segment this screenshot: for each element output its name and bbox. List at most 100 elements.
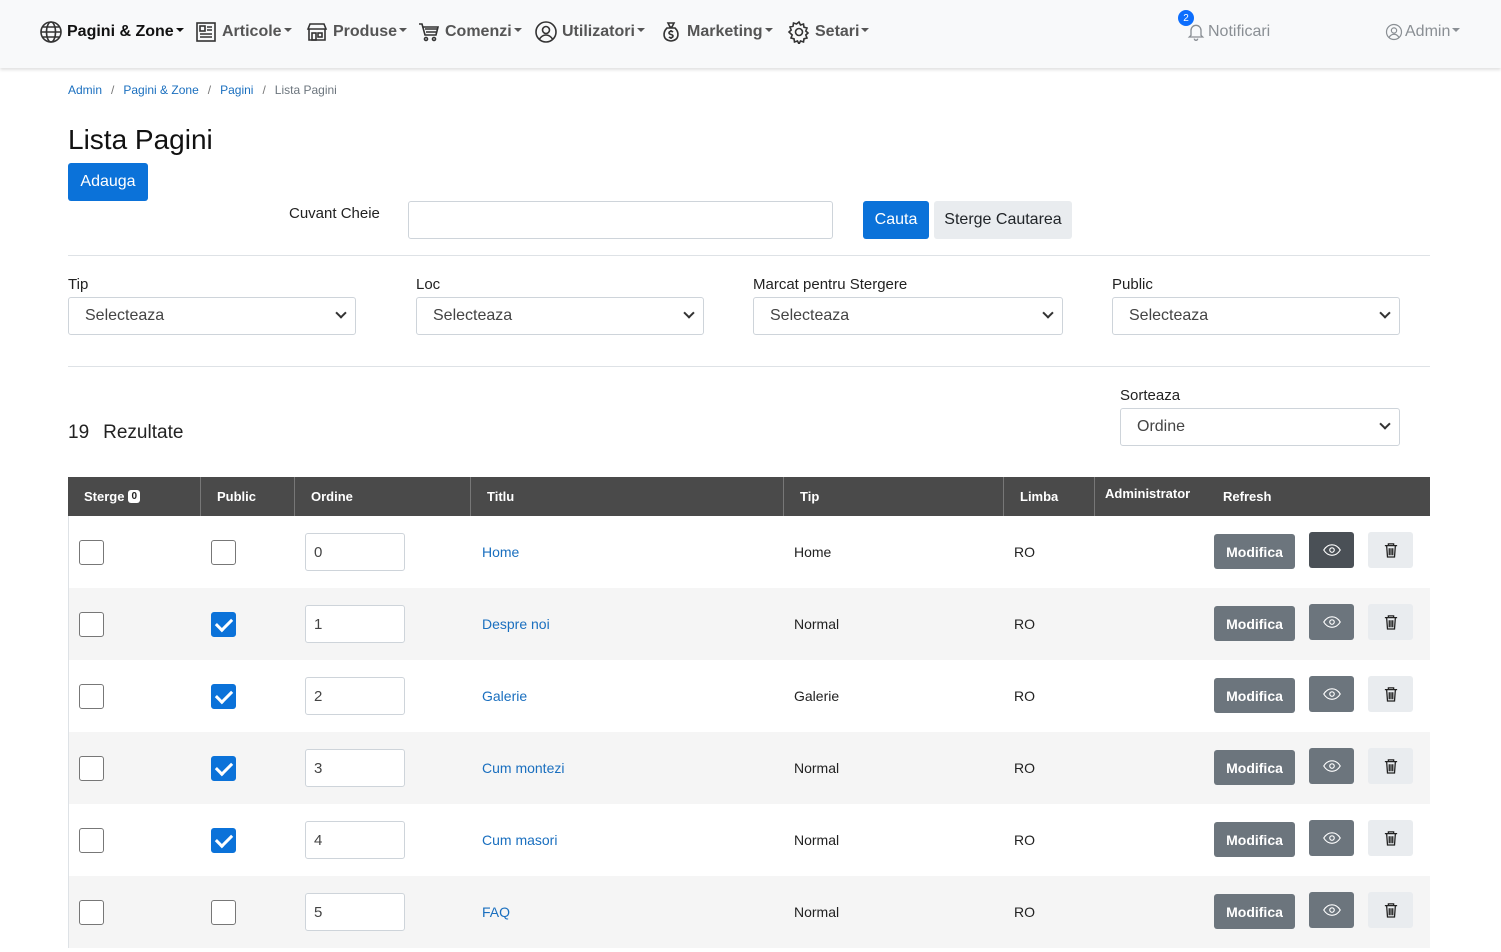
delete-button[interactable] (1368, 676, 1413, 712)
trash-icon (1384, 903, 1397, 918)
results-label: Rezultate (103, 422, 184, 443)
view-button[interactable] (1309, 892, 1354, 928)
results-count: 19 Rezultate (68, 422, 183, 444)
nav-label: Articole (222, 23, 282, 40)
public-checkbox[interactable] (211, 828, 236, 853)
filter-tip-label: Tip (68, 276, 89, 293)
public-checkbox[interactable] (211, 756, 236, 781)
header-public[interactable]: Public (201, 477, 295, 516)
header-ordine[interactable]: Ordine (295, 477, 471, 516)
chevron-down-icon (283, 28, 292, 32)
delete-button[interactable] (1368, 820, 1413, 856)
chevron-down-icon (1452, 28, 1461, 32)
trash-icon (1384, 615, 1397, 630)
divider (68, 255, 1430, 256)
public-checkbox[interactable] (211, 684, 236, 709)
clear-search-button[interactable]: Sterge Cautarea (934, 201, 1072, 239)
chevron-down-icon (861, 28, 870, 32)
delete-checkbox[interactable] (79, 684, 104, 709)
delete-button[interactable] (1368, 604, 1413, 640)
delete-count-badge: 0 (128, 490, 141, 503)
order-input[interactable]: 4 (305, 821, 405, 859)
language-cell: RO (1014, 616, 1035, 632)
page-title-link[interactable]: Galerie (482, 688, 527, 704)
nav-pagini-zone[interactable]: Pagini & Zone (38, 16, 184, 48)
select-value: Selecteaza (433, 307, 513, 324)
nav-label: Marketing (687, 23, 763, 40)
filter-public-select[interactable]: Selecteaza (1112, 297, 1400, 335)
delete-checkbox[interactable] (79, 756, 104, 781)
nav-utilizatori[interactable]: Utilizatori (533, 16, 645, 48)
delete-checkbox[interactable] (79, 540, 104, 565)
breadcrumb-pagini-zone[interactable]: Pagini & Zone (123, 83, 198, 97)
divider (68, 366, 1430, 367)
trash-icon (1384, 687, 1397, 702)
header-sterge[interactable]: Sterge 0 (68, 477, 201, 516)
filter-marcat-label: Marcat pentru Stergere (753, 276, 908, 293)
chevron-down-icon (399, 28, 408, 32)
page-title-link[interactable]: Home (482, 544, 519, 560)
chevron-down-icon (1379, 307, 1391, 319)
nav-label: Setari (815, 23, 860, 40)
nav-produse[interactable]: Produse (304, 16, 408, 48)
type-cell: Normal (794, 616, 840, 632)
add-button[interactable]: Adauga (68, 163, 148, 201)
view-button[interactable] (1309, 820, 1354, 856)
nav-comenzi[interactable]: Comenzi (416, 16, 522, 48)
filter-tip-select[interactable]: Selecteaza (68, 297, 356, 335)
filter-loc-select[interactable]: Selecteaza (416, 297, 704, 335)
view-button[interactable] (1309, 532, 1354, 568)
edit-button[interactable]: Modifica (1214, 534, 1295, 569)
page-title-link[interactable]: Cum montezi (482, 760, 564, 776)
order-input[interactable]: 3 (305, 749, 405, 787)
keyword-input[interactable] (408, 201, 833, 239)
search-button[interactable]: Cauta (863, 201, 929, 239)
order-input[interactable]: 5 (305, 893, 405, 931)
language-cell: RO (1014, 760, 1035, 776)
delete-checkbox[interactable] (79, 900, 104, 925)
nav-marketing[interactable]: Marketing (658, 16, 773, 48)
delete-checkbox[interactable] (79, 828, 104, 853)
page-title-link[interactable]: Despre noi (482, 616, 550, 632)
header-tip[interactable]: Tip (784, 477, 1004, 516)
edit-button[interactable]: Modifica (1214, 822, 1295, 857)
nav-articole[interactable]: Articole (193, 16, 292, 48)
order-input[interactable]: 0 (305, 533, 405, 571)
header-label: Sterge (84, 489, 125, 504)
page-title-link[interactable]: Cum masori (482, 832, 557, 848)
page-title-link[interactable]: FAQ (482, 904, 510, 920)
view-button[interactable] (1309, 676, 1354, 712)
eye-icon (1322, 688, 1341, 700)
header-titlu[interactable]: Titlu (471, 477, 784, 516)
edit-button[interactable]: Modifica (1214, 678, 1295, 713)
newspaper-icon (193, 19, 219, 45)
nav-label: Produse (333, 23, 398, 40)
select-value: Ordine (1137, 418, 1186, 435)
breadcrumb-admin[interactable]: Admin (68, 83, 102, 97)
breadcrumb-pagini[interactable]: Pagini (220, 83, 253, 97)
notifications-link[interactable]: 2 Notificari (1178, 10, 1271, 48)
public-checkbox[interactable] (211, 612, 236, 637)
view-button[interactable] (1309, 748, 1354, 784)
edit-button[interactable]: Modifica (1214, 750, 1295, 785)
notification-count-badge: 2 (1178, 10, 1194, 26)
public-checkbox[interactable] (211, 540, 236, 565)
delete-button[interactable] (1368, 892, 1413, 928)
admin-user-menu[interactable]: Admin (1385, 16, 1461, 48)
delete-checkbox[interactable] (79, 612, 104, 637)
public-checkbox[interactable] (211, 900, 236, 925)
edit-button[interactable]: Modifica (1214, 606, 1295, 641)
view-button[interactable] (1309, 604, 1354, 640)
filter-marcat-select[interactable]: Selecteaza (753, 297, 1063, 335)
delete-button[interactable] (1368, 532, 1413, 568)
notifications-label: Notificari (1208, 23, 1271, 40)
breadcrumb: Admin / Pagini & Zone / Pagini / Lista P… (68, 83, 337, 97)
edit-button[interactable]: Modifica (1214, 894, 1295, 929)
sort-select[interactable]: Ordine (1120, 408, 1400, 446)
delete-button[interactable] (1368, 748, 1413, 784)
order-input[interactable]: 2 (305, 677, 405, 715)
order-input[interactable]: 1 (305, 605, 405, 643)
header-refresh[interactable]: Refresh (1207, 477, 1307, 516)
nav-setari[interactable]: Setari (786, 16, 870, 48)
header-limba[interactable]: Limba (1004, 477, 1095, 516)
